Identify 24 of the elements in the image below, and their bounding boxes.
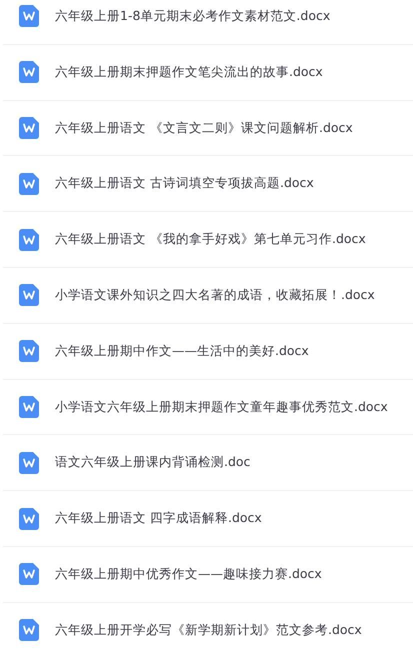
file-name[interactable]: 六年级上册期末押题作文笔尖流出的故事.docx [55, 62, 323, 82]
document-icon [18, 452, 38, 474]
file-name[interactable]: 六年级上册期中优秀作文——趣味接力赛.docx [55, 564, 322, 584]
file-name[interactable]: 六年级上册语文 《文言文二则》课文问题解析.docx [55, 118, 353, 138]
file-name[interactable]: 六年级上册1-8单元期末必考作文素材范文.docx [55, 7, 330, 26]
document-icon [18, 228, 38, 251]
document-icon [18, 5, 38, 28]
file-name[interactable]: 小学语文六年级上册期末押题作文童年趣事优秀范文.docx [55, 398, 388, 416]
document-icon [18, 284, 38, 306]
document-icon [18, 340, 38, 362]
document-icon [18, 396, 38, 418]
file-name[interactable]: 语文六年级上册课内背诵检测.doc [55, 453, 250, 472]
document-icon [18, 116, 38, 139]
file-name[interactable]: 六年级上册开学必写《新学期新计划》范文参考.docx [55, 620, 362, 640]
document-icon [18, 563, 38, 586]
file-name[interactable]: 六年级上册语文 《我的拿手好戏》第七单元习作.docx [55, 230, 366, 249]
file-name[interactable]: 六年级上册语文 四字成语解释.docx [55, 509, 262, 528]
document-icon [18, 619, 38, 642]
document-icon [18, 172, 38, 195]
document-icon [18, 61, 38, 84]
file-name[interactable]: 六年级上册期中作文——生活中的美好.docx [55, 342, 309, 361]
file-name[interactable]: 六年级上册语文 古诗词填空专项拔高题.docx [55, 174, 314, 194]
file-name[interactable]: 小学语文课外知识之四大名著的成语，收藏拓展！.docx [55, 286, 375, 305]
document-icon [18, 508, 38, 530]
